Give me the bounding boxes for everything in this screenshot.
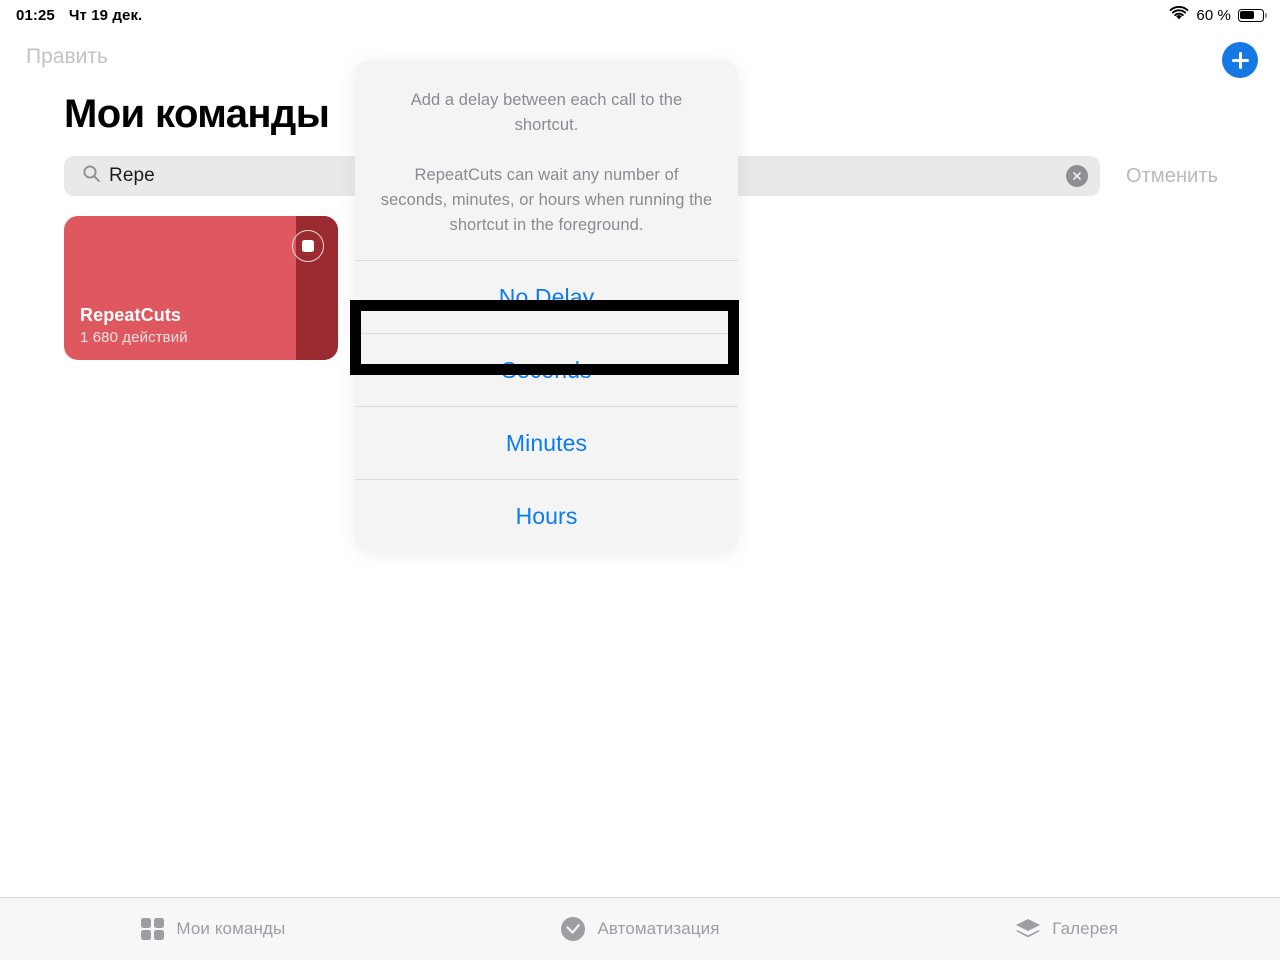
battery-percent-label: 60 % bbox=[1196, 6, 1231, 24]
status-bar: 01:25 Чт 19 дек. 60 % bbox=[0, 0, 1280, 30]
status-date: Чт 19 дек. bbox=[68, 6, 143, 24]
search-value: Repe bbox=[109, 165, 155, 186]
layers-icon bbox=[1015, 917, 1041, 941]
alert-button-no-delay[interactable]: No Delay bbox=[355, 260, 738, 333]
delay-alert-dialog: Add a delay between each call to the sho… bbox=[355, 61, 738, 552]
alert-message-paragraph-2: RepeatCuts can wait any number of second… bbox=[380, 166, 713, 234]
tab-my-shortcuts[interactable]: Мои команды bbox=[0, 917, 427, 941]
status-bar-left: 01:25 Чт 19 дек. bbox=[16, 7, 142, 24]
status-bar-right: 60 % bbox=[1169, 5, 1267, 25]
page-title: Мои команды bbox=[64, 92, 330, 136]
cancel-search-button[interactable]: Отменить bbox=[1126, 165, 1218, 188]
tab-gallery[interactable]: Галерея bbox=[853, 917, 1280, 941]
shortcut-name: RepeatCuts bbox=[80, 305, 182, 325]
clock-check-icon bbox=[560, 916, 586, 942]
shortcut-card-repeatcuts[interactable]: RepeatCuts 1 680 действий bbox=[64, 216, 338, 360]
tab-automation[interactable]: Автоматизация bbox=[427, 916, 854, 942]
clear-search-button[interactable] bbox=[1066, 165, 1088, 187]
alert-message-body: Add a delay between each call to the sho… bbox=[355, 61, 738, 260]
tab-my-shortcuts-label: Мои команды bbox=[176, 919, 286, 938]
tab-automation-label: Автоматизация bbox=[597, 919, 720, 938]
shortcut-action-count: 1 680 действий bbox=[80, 329, 188, 346]
tab-gallery-label: Галерея bbox=[1052, 919, 1119, 938]
edit-button[interactable]: Править bbox=[26, 45, 108, 69]
alert-button-seconds[interactable]: Seconds bbox=[355, 333, 738, 406]
alert-button-minutes[interactable]: Minutes bbox=[355, 406, 738, 479]
tab-bar: Мои команды Автоматизация Галерея bbox=[0, 897, 1280, 960]
stop-icon[interactable] bbox=[292, 230, 324, 262]
shortcut-card-text: RepeatCuts 1 680 действий bbox=[80, 305, 288, 346]
battery-icon bbox=[1238, 8, 1267, 22]
add-shortcut-button[interactable] bbox=[1222, 42, 1258, 78]
search-icon bbox=[82, 164, 101, 188]
wifi-icon bbox=[1169, 5, 1189, 25]
status-time: 01:25 bbox=[16, 6, 55, 24]
grid-icon bbox=[141, 917, 165, 941]
alert-message-paragraph-1: Add a delay between each call to the sho… bbox=[410, 91, 683, 134]
alert-button-hours[interactable]: Hours bbox=[355, 479, 738, 552]
